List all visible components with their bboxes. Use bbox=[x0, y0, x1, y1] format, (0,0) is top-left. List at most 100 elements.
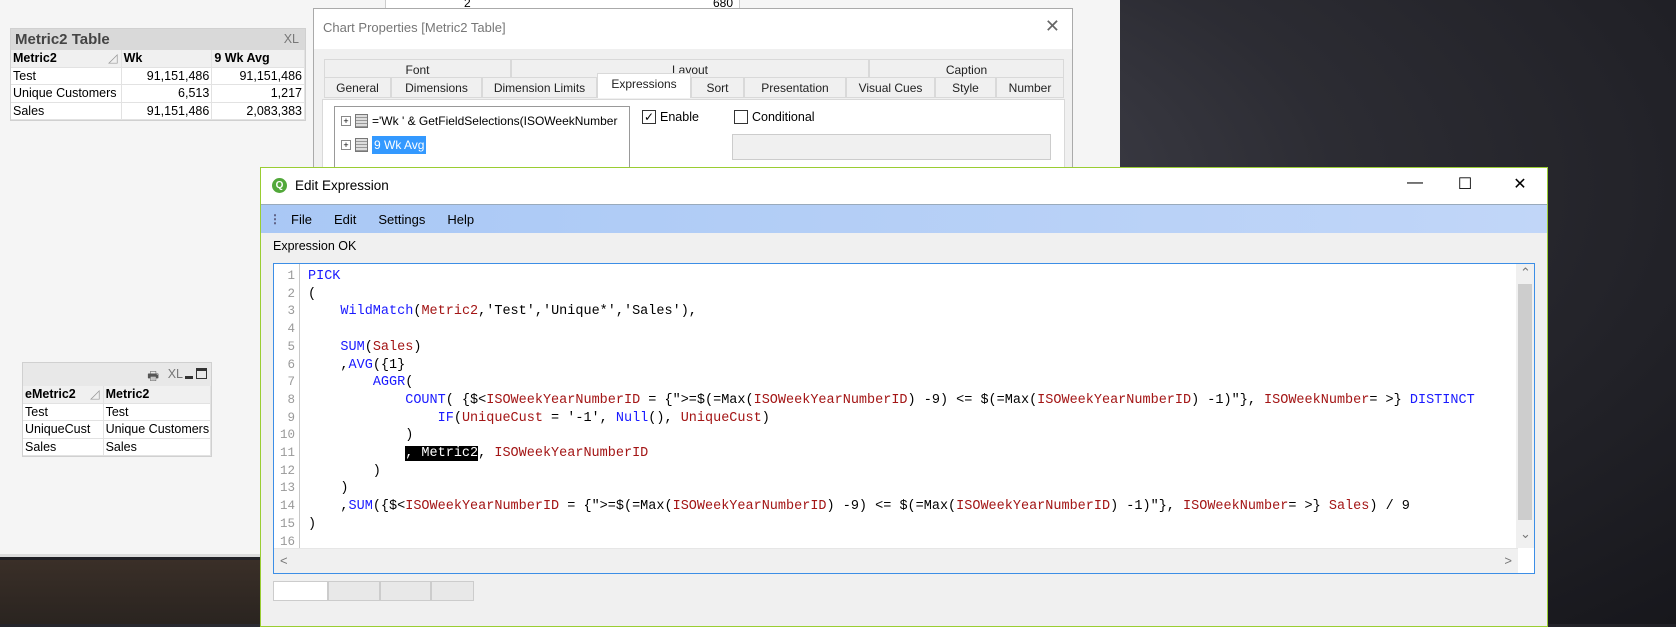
code-line: ) bbox=[308, 480, 348, 497]
code-field: ISOWeekNumber bbox=[1183, 499, 1289, 515]
print-icon[interactable]: 🖶 bbox=[147, 367, 159, 388]
code-text: ) -9) <= $(=Max( bbox=[907, 392, 1038, 408]
table-row[interactable]: Sales 91,151,486 2,083,383 bbox=[11, 102, 305, 120]
table-row[interactable]: Test Test bbox=[23, 403, 211, 421]
tab-general[interactable]: General bbox=[324, 77, 391, 98]
close-icon[interactable]: ✕ bbox=[1505, 174, 1535, 194]
scroll-down-icon: ⌄ bbox=[1520, 526, 1531, 541]
minimize-icon[interactable] bbox=[185, 376, 193, 379]
table-row[interactable]: UniqueCust Unique Customers bbox=[23, 421, 211, 439]
code-field: Sales bbox=[372, 339, 414, 355]
menu-bar: ⋮ File Edit Settings Help bbox=[261, 204, 1547, 233]
export-excel-icon[interactable]: XL bbox=[284, 32, 299, 46]
tab-expressions[interactable]: Expressions bbox=[597, 73, 691, 98]
bottom-tab[interactable] bbox=[273, 581, 328, 601]
line-number: 14 bbox=[279, 499, 295, 514]
scroll-up-icon: ⌃ bbox=[1520, 265, 1531, 280]
sort-indicator-icon: ◿ bbox=[108, 51, 118, 65]
code-text: ) bbox=[308, 463, 381, 479]
code-field: ISOWeekYearNumberID bbox=[494, 446, 649, 461]
column-header-metric2[interactable]: Metric2 ◿ bbox=[11, 50, 122, 67]
table-header: eMetric2 ◿ Metric2 bbox=[23, 386, 211, 404]
table-row[interactable]: Unique Customers 6,513 1,217 bbox=[11, 85, 305, 103]
table-row[interactable]: Sales Sales bbox=[23, 438, 211, 456]
table-cell: Sales bbox=[11, 102, 122, 119]
tab-visual-cues[interactable]: Visual Cues bbox=[846, 77, 935, 98]
maximize-icon[interactable] bbox=[196, 368, 207, 379]
horizontal-scrollbar[interactable]: < > bbox=[274, 548, 1518, 573]
expression-icon bbox=[355, 114, 368, 128]
line-number: 3 bbox=[287, 304, 295, 319]
code-text: (), bbox=[648, 410, 681, 426]
expression-editor[interactable]: 1 2 3 4 5 6 7 8 9 10 11 12 13 14 15 16 PICK( WildMatch(… bbox=[273, 263, 1535, 574]
code-text: ( bbox=[364, 339, 373, 355]
line-number: 1 bbox=[287, 269, 295, 283]
column-header-emetric2[interactable]: eMetric2 ◿ bbox=[23, 386, 104, 403]
code-field: ISOWeekYearNumberID bbox=[956, 499, 1111, 515]
code-text: ({1} bbox=[372, 357, 406, 373]
line-number: 9 bbox=[287, 410, 295, 425]
expand-icon[interactable]: + bbox=[341, 116, 351, 126]
code-text: = '-1', bbox=[542, 410, 616, 426]
emetric2-table[interactable]: 🖶 XL eMetric2 ◿ Metric2 Test Test UniqueCus… bbox=[22, 362, 212, 457]
table-cell: Test bbox=[11, 67, 122, 84]
bottom-tab[interactable] bbox=[380, 581, 431, 601]
tab-presentation[interactable]: Presentation bbox=[744, 77, 846, 98]
code-text: ( bbox=[453, 410, 462, 426]
code-text: , bbox=[478, 446, 495, 461]
minimize-icon[interactable]: — bbox=[1400, 174, 1430, 192]
menu-file[interactable]: File bbox=[291, 212, 312, 227]
code-field: Sales bbox=[1328, 499, 1370, 515]
code-field: Metric2 bbox=[421, 304, 479, 320]
table-cell: 1,217 bbox=[212, 85, 305, 102]
vertical-scrollbar[interactable]: ⌃ ⌄ bbox=[1516, 264, 1534, 548]
code-text: ) bbox=[413, 339, 422, 355]
edit-expression-window: Q Edit Expression — ☐ ✕ ⋮ File Edit Settin… bbox=[260, 167, 1548, 627]
metric2-table[interactable]: Metric2 Table XL Metric2 ◿ Wk 9 Wk Avg Te… bbox=[10, 28, 306, 121]
tab-style[interactable]: Style bbox=[935, 77, 996, 98]
table-cell: 91,151,486 bbox=[122, 102, 213, 119]
code-text: , bbox=[308, 357, 349, 373]
code-line: COUNT( {$<ISOWeekYearNumberID = {">=$(=M… bbox=[308, 392, 1475, 409]
close-icon[interactable]: ✕ bbox=[1045, 16, 1060, 37]
code-text: ) -1)"}, bbox=[1191, 392, 1265, 408]
tab-dimensions[interactable]: Dimensions bbox=[391, 77, 482, 98]
expression-label: ='Wk ' & GetFieldSelections(ISOWeekNumbe… bbox=[372, 114, 618, 128]
expression-tree[interactable]: + ='Wk ' & GetFieldSelections(ISOWeekNum… bbox=[334, 106, 630, 176]
maximize-icon[interactable]: ☐ bbox=[1450, 174, 1480, 194]
column-header-wk[interactable]: Wk bbox=[121, 50, 213, 67]
column-header-metric2[interactable]: Metric2 bbox=[103, 386, 211, 403]
code-line: ,AVG({1} bbox=[308, 357, 405, 374]
code-line: WildMatch(Metric2,'Test','Unique*','Sale… bbox=[308, 303, 697, 320]
table-row[interactable]: Test 91,151,486 91,151,486 bbox=[11, 67, 305, 85]
conditional-input[interactable] bbox=[732, 134, 1051, 160]
menu-settings[interactable]: Settings bbox=[378, 212, 425, 227]
column-header-9wk-avg[interactable]: 9 Wk Avg bbox=[212, 50, 305, 67]
bottom-tab[interactable] bbox=[431, 581, 474, 601]
tab-dimension-limits[interactable]: Dimension Limits bbox=[482, 77, 597, 98]
tab-sort[interactable]: Sort bbox=[691, 77, 744, 98]
code-keyword: SUM bbox=[348, 499, 373, 515]
expand-icon[interactable]: + bbox=[341, 140, 351, 150]
menu-help[interactable]: Help bbox=[447, 212, 474, 227]
table-cell: Sales bbox=[23, 438, 104, 455]
line-number: 7 bbox=[287, 375, 295, 390]
export-excel-icon[interactable]: XL bbox=[168, 367, 183, 381]
code-text: , bbox=[308, 499, 349, 515]
code-keyword: DISTINCT bbox=[1409, 392, 1475, 408]
bottom-tab[interactable] bbox=[328, 581, 380, 601]
scrollbar-thumb[interactable] bbox=[1518, 284, 1532, 520]
table-cell: 2,083,383 bbox=[212, 102, 305, 119]
code-keyword: IF bbox=[437, 410, 454, 426]
conditional-checkbox[interactable]: Conditional bbox=[734, 110, 815, 124]
line-number: 4 bbox=[287, 322, 295, 337]
expression-item[interactable]: + ='Wk ' & GetFieldSelections(ISOWeekNum… bbox=[341, 111, 617, 131]
table-cell: Test bbox=[23, 403, 104, 420]
tab-number[interactable]: Number bbox=[996, 77, 1064, 98]
table-caption: Metric2 Table XL bbox=[11, 29, 305, 50]
menu-edit[interactable]: Edit bbox=[334, 212, 356, 227]
enable-checkbox[interactable]: ✓ Enable bbox=[642, 110, 699, 124]
expression-item-selected[interactable]: + 9 Wk Avg bbox=[341, 135, 427, 155]
